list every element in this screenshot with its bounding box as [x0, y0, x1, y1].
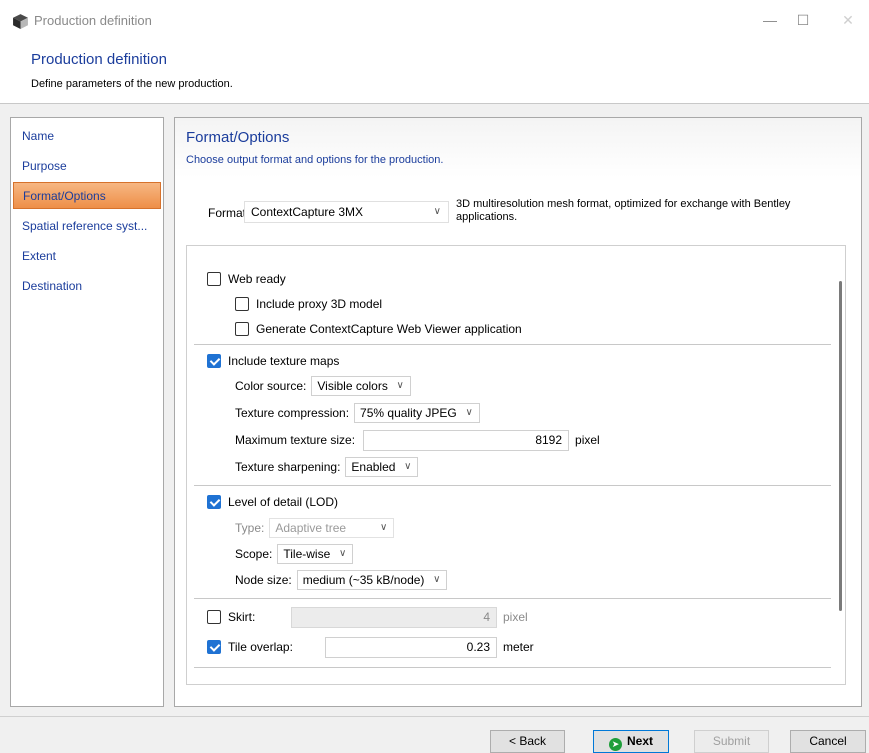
- page-subtitle: Define parameters of the new production.: [31, 78, 233, 90]
- wizard-steps-nav: Name Purpose Format/Options Spatial refe…: [10, 117, 164, 707]
- cancel-button[interactable]: Cancel: [790, 730, 866, 753]
- include-proxy-label: Include proxy 3D model: [256, 297, 383, 311]
- divider: [194, 344, 831, 345]
- tile-overlap-field[interactable]: 0.23: [325, 636, 497, 658]
- close-button[interactable]: ✕: [833, 8, 863, 32]
- tile-overlap-unit: meter: [503, 640, 534, 654]
- lod-scope-select[interactable]: Tile-wise ∨: [277, 544, 354, 564]
- nav-item-destination[interactable]: Destination: [13, 273, 161, 300]
- lod-checkbox[interactable]: [207, 495, 221, 509]
- texture-maps-label: Include texture maps: [228, 354, 340, 368]
- node-size-select[interactable]: medium (~35 kB/node) ∨: [296, 570, 448, 590]
- footer-divider: [0, 716, 869, 717]
- nav-item-name[interactable]: Name: [13, 123, 161, 150]
- page-title: Production definition: [31, 51, 167, 68]
- chevron-down-icon: ∨: [338, 548, 347, 559]
- include-proxy-option[interactable]: Include proxy 3D model: [235, 295, 382, 313]
- texture-sharpening-row: Texture sharpening: Enabled ∨: [235, 457, 419, 477]
- back-button[interactable]: < Back: [490, 730, 565, 753]
- texture-sharpening-label: Texture sharpening:: [235, 460, 341, 474]
- divider: [194, 598, 831, 599]
- color-source-select[interactable]: Visible colors ∨: [311, 376, 411, 396]
- maximize-button[interactable]: ☐: [788, 8, 818, 32]
- nav-item-extent[interactable]: Extent: [13, 243, 161, 270]
- skirt-label: Skirt:: [228, 610, 256, 624]
- web-ready-option[interactable]: Web ready: [207, 270, 286, 288]
- color-source-label: Color source:: [235, 379, 307, 393]
- panel-header: Format/Options Choose output format and …: [175, 118, 861, 178]
- nav-item-format-options[interactable]: Format/Options: [13, 182, 161, 209]
- lod-option[interactable]: Level of detail (LOD): [207, 493, 338, 511]
- chevron-down-icon: ∨: [433, 574, 441, 585]
- lod-label: Level of detail (LOD): [228, 495, 339, 509]
- tile-overlap-option: Tile overlap: 0.23 meter: [207, 636, 534, 658]
- web-ready-checkbox[interactable]: [207, 272, 221, 286]
- tile-overlap-label: Tile overlap:: [228, 640, 293, 654]
- format-value: ContextCapture 3MX: [251, 205, 364, 219]
- texture-sharpening-select[interactable]: Enabled ∨: [345, 457, 419, 477]
- chevron-down-icon: ∨: [380, 522, 388, 533]
- skirt-field: 4: [291, 606, 497, 628]
- texture-maps-checkbox[interactable]: [207, 354, 221, 368]
- web-ready-label: Web ready: [228, 272, 286, 286]
- window-title: Production definition: [34, 13, 152, 28]
- skirt-option: Skirt: 4 pixel: [207, 606, 528, 628]
- options-scroll-area[interactable]: Web ready Include proxy 3D model Generat…: [186, 245, 846, 685]
- generate-viewer-option[interactable]: Generate ContextCapture Web Viewer appli…: [235, 320, 522, 338]
- nav-item-spatial-reference[interactable]: Spatial reference syst...: [13, 213, 161, 240]
- max-texture-size-field[interactable]: 8192: [363, 429, 570, 451]
- app-cube-icon: [13, 14, 28, 29]
- max-texture-size-unit: pixel: [575, 433, 600, 447]
- max-texture-size-row: Maximum texture size: 8192 pixel: [235, 429, 600, 451]
- nav-item-purpose[interactable]: Purpose: [13, 153, 161, 180]
- color-source-value: Visible colors: [317, 379, 388, 393]
- divider: [194, 667, 831, 668]
- arrow-right-circle-icon: ➤: [608, 738, 622, 751]
- lod-scope-value: Tile-wise: [283, 547, 331, 561]
- chevron-down-icon: ∨: [404, 461, 412, 472]
- submit-button[interactable]: Submit: [694, 730, 769, 753]
- minimize-button[interactable]: —: [755, 8, 785, 32]
- color-source-row: Color source: Visible colors ∨: [235, 376, 411, 396]
- chevron-down-icon: ∨: [465, 407, 473, 418]
- generate-viewer-checkbox[interactable]: [235, 322, 249, 336]
- generate-viewer-label: Generate ContextCapture Web Viewer appli…: [256, 322, 522, 336]
- panel-title: Format/Options: [186, 129, 290, 146]
- skirt-checkbox[interactable]: [207, 610, 221, 624]
- chevron-down-icon: ∨: [433, 206, 441, 217]
- next-label: Next: [626, 734, 653, 748]
- chevron-down-icon: ∨: [396, 380, 404, 391]
- node-size-label: Node size:: [235, 573, 292, 587]
- wizard-header: Production definition Define parameters …: [0, 42, 869, 104]
- tile-overlap-checkbox[interactable]: [207, 640, 221, 654]
- lod-type-select: Adaptive tree ∨: [269, 518, 395, 538]
- include-proxy-checkbox[interactable]: [235, 297, 249, 311]
- format-description: 3D multiresolution mesh format, optimize…: [456, 198, 791, 223]
- window-titlebar: Production definition — ☐ ✕: [0, 0, 869, 42]
- texture-maps-option[interactable]: Include texture maps: [207, 352, 339, 370]
- lod-type-label: Type:: [235, 521, 265, 535]
- texture-compression-select[interactable]: 75% quality JPEG ∨: [354, 403, 480, 423]
- divider: [194, 485, 831, 486]
- format-select[interactable]: ContextCapture 3MX ∨: [244, 201, 449, 223]
- lod-scope-row: Scope: Tile-wise ∨: [235, 544, 354, 564]
- lod-scope-label: Scope:: [235, 547, 273, 561]
- skirt-unit: pixel: [503, 610, 528, 624]
- format-options-panel: Format/Options Choose output format and …: [174, 117, 862, 707]
- node-size-value: medium (~35 kB/node): [302, 573, 425, 587]
- panel-subtitle: Choose output format and options for the…: [186, 154, 444, 166]
- lod-type-row: Type: Adaptive tree ∨: [235, 518, 395, 538]
- node-size-row: Node size: medium (~35 kB/node) ∨: [235, 570, 448, 590]
- scrollbar-thumb[interactable]: [839, 281, 842, 611]
- texture-compression-value: 75% quality JPEG: [360, 406, 457, 420]
- texture-compression-label: Texture compression:: [235, 406, 350, 420]
- next-button[interactable]: ➤ Next: [593, 730, 669, 753]
- texture-compression-row: Texture compression: 75% quality JPEG ∨: [235, 403, 480, 423]
- lod-type-value: Adaptive tree: [275, 521, 347, 535]
- max-texture-size-label: Maximum texture size:: [235, 433, 356, 447]
- texture-sharpening-value: Enabled: [351, 460, 396, 474]
